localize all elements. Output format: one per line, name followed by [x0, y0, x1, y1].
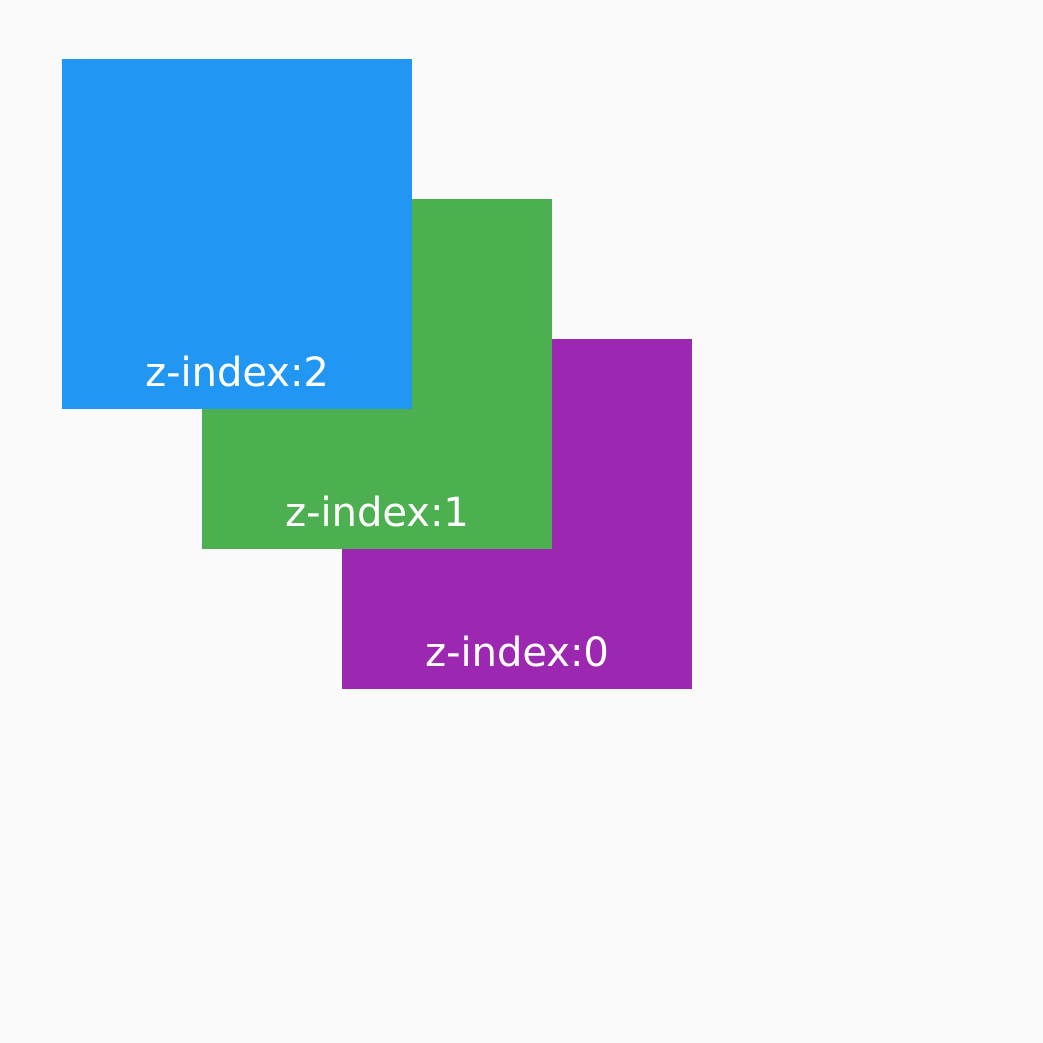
box-label: z-index:1: [285, 490, 469, 536]
box-z-index-2: z-index:2: [62, 59, 412, 409]
box-label: z-index:-1: [557, 770, 757, 816]
box-label: z-index:-2: [697, 910, 897, 956]
box-label: z-index:0: [425, 630, 609, 676]
z-index-demo-stage: z-index:2 z-index:1 z-index:0 z-index:-1…: [0, 0, 1043, 1043]
box-label: z-index:2: [145, 350, 329, 396]
